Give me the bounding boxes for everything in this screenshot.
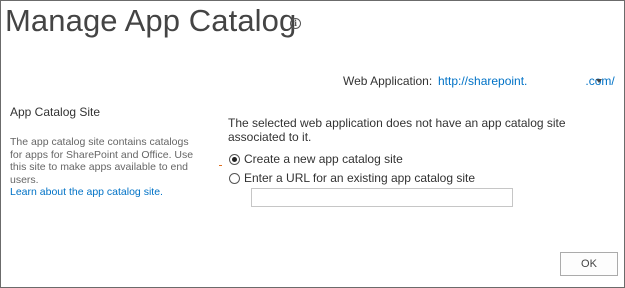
learn-more-link[interactable]: Learn about the app catalog site.	[10, 186, 163, 198]
decorative-mark	[219, 165, 222, 166]
web-application-label: Web Application:	[343, 74, 433, 88]
info-icon[interactable]: i	[290, 18, 301, 29]
radio-selected-icon[interactable]	[229, 153, 240, 165]
catalog-url-input[interactable]	[251, 188, 513, 207]
page-title: Manage App Catalog	[5, 3, 297, 38]
option-enter-url-label: Enter a URL for an existing app catalog …	[244, 171, 476, 185]
chevron-down-icon[interactable]	[596, 79, 602, 83]
option-create-new[interactable]: Create a new app catalog site	[229, 152, 403, 166]
web-application-selector: Web Application: http://sharepoint. .com/	[343, 74, 615, 88]
section-description: The app catalog site contains catalogs f…	[10, 136, 194, 186]
section-heading: App Catalog Site	[10, 105, 101, 119]
dialog-frame: Manage App Catalog i Web Application: ht…	[0, 0, 625, 288]
radio-unselected-icon[interactable]	[229, 172, 240, 184]
option-create-new-label: Create a new app catalog site	[244, 152, 403, 166]
web-application-url[interactable]: http://sharepoint. .com/	[438, 74, 615, 88]
notice-text: The selected web application does not ha…	[228, 116, 566, 144]
ok-button[interactable]: OK	[560, 252, 618, 276]
option-enter-url[interactable]: Enter a URL for an existing app catalog …	[229, 171, 475, 185]
web-application-url-prefix: http://sharepoint.	[438, 74, 528, 88]
